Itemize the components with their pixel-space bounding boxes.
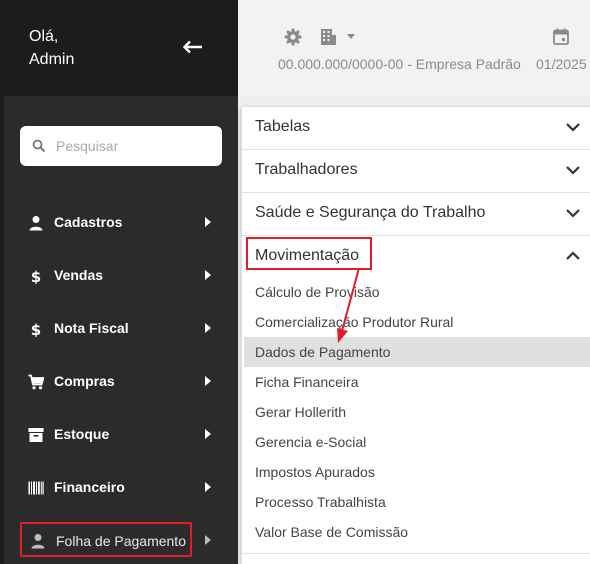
dollar-icon: $	[31, 268, 41, 284]
user-greeting: Olá, Admin	[29, 25, 74, 71]
menu-item-processo-trabalhista[interactable]: Processo Trabalhista	[244, 487, 590, 517]
sidebar-header: Olá, Admin	[0, 0, 238, 96]
sidebar-item-label: Vendas	[54, 267, 104, 283]
movimentacao-highlight-box	[246, 237, 372, 270]
menu-item-label: Gerar Hollerith	[255, 404, 347, 420]
collapse-sidebar-button[interactable]	[178, 33, 208, 61]
sidebar-item-label: Cadastros	[54, 214, 123, 230]
chevron-right-icon	[205, 429, 211, 439]
search-input[interactable]	[56, 134, 216, 158]
top-bar	[238, 0, 590, 96]
period-label[interactable]: 01/2025	[536, 56, 587, 72]
menu-item-calculo-provisao[interactable]: Cálculo de Provisão	[244, 277, 590, 307]
folha-submenu-panel: Tabelas Trabalhadores Saúde e Segurança …	[241, 106, 590, 564]
menu-item-label: Gerencia e-Social	[255, 434, 367, 450]
building-icon[interactable]	[320, 28, 336, 46]
chevron-right-icon	[205, 323, 211, 333]
company-selector-label[interactable]: 00.000.000/0000-00 - Empresa Padrão	[278, 56, 521, 72]
chevron-right-icon	[205, 217, 211, 227]
chevron-up-icon	[566, 251, 580, 260]
sidebar: Olá, Admin Cadastros $ Vendas	[0, 0, 238, 564]
sidebar-item-folha-de-pagamento[interactable]: Folha de Pagamento	[20, 522, 192, 557]
sidebar-item-vendas[interactable]: $ Vendas	[20, 260, 226, 292]
greeting-line-1: Olá,	[29, 28, 59, 45]
menu-item-valor-base-comissao[interactable]: Valor Base de Comissão	[244, 517, 590, 547]
menu-item-label: Valor Base de Comissão	[255, 524, 409, 540]
section-label: Tabelas	[255, 118, 311, 135]
sidebar-item-cadastros[interactable]: Cadastros	[20, 207, 226, 239]
svg-text:$: $	[31, 268, 41, 284]
menu-item-comercializacao-produtor-rural[interactable]: Comercialização Produtor Rural	[244, 307, 590, 337]
menu-item-gerar-hollerith[interactable]: Gerar Hollerith	[244, 397, 590, 427]
chevron-down-icon	[566, 209, 580, 218]
sidebar-item-label: Estoque	[54, 426, 110, 442]
sidebar-item-label: Folha de Pagamento	[56, 533, 186, 549]
menu-item-gerencia-esocial[interactable]: Gerencia e-Social	[244, 427, 590, 457]
arrow-left-icon	[182, 40, 202, 54]
menu-item-impostos-apurados[interactable]: Impostos Apurados	[244, 457, 590, 487]
section-trabalhadores[interactable]: Trabalhadores	[242, 150, 590, 193]
sidebar-item-label: Financeiro	[54, 479, 125, 495]
sidebar-item-financeiro[interactable]: Financeiro	[20, 472, 226, 504]
greeting-user-name: Admin	[29, 51, 75, 68]
sidebar-item-label: Compras	[54, 373, 115, 389]
menu-item-label: Ficha Financeira	[255, 374, 359, 390]
dollar-icon: $	[31, 321, 41, 337]
sidebar-edge	[0, 96, 4, 564]
gear-icon[interactable]	[284, 28, 302, 46]
cart-icon	[28, 374, 44, 390]
search-icon	[32, 139, 46, 153]
menu-item-label: Processo Trabalhista	[255, 494, 386, 510]
company-dropdown-caret-icon[interactable]	[347, 34, 355, 39]
menu-item-label: Comercialização Produtor Rural	[255, 314, 454, 330]
archive-icon	[28, 428, 44, 442]
chevron-right-icon	[205, 535, 211, 545]
sidebar-item-estoque[interactable]: Estoque	[20, 419, 226, 451]
menu-item-dados-de-pagamento[interactable]: Dados de Pagamento	[244, 337, 590, 367]
person-icon	[31, 534, 45, 549]
menu-item-label: Dados de Pagamento	[255, 344, 391, 360]
chevron-right-icon	[205, 270, 211, 280]
chevron-right-icon	[205, 376, 211, 386]
menu-item-label: Impostos Apurados	[255, 464, 375, 480]
barcode-icon	[28, 481, 44, 495]
sidebar-item-nota-fiscal[interactable]: $ Nota Fiscal	[20, 313, 226, 345]
sidebar-item-label: Nota Fiscal	[54, 320, 129, 336]
menu-item-ficha-financeira[interactable]: Ficha Financeira	[244, 367, 590, 397]
sidebar-item-compras[interactable]: Compras	[20, 366, 226, 398]
section-saude-seguranca[interactable]: Saúde e Segurança do Trabalho	[242, 193, 590, 236]
chevron-right-icon	[205, 482, 211, 492]
chevron-down-icon	[566, 166, 580, 175]
section-tabelas[interactable]: Tabelas	[242, 107, 590, 150]
section-label: Saúde e Segurança do Trabalho	[255, 204, 486, 221]
panel-divider	[242, 553, 590, 554]
section-label: Trabalhadores	[255, 161, 358, 178]
menu-item-label: Cálculo de Provisão	[255, 284, 380, 300]
person-icon	[29, 216, 43, 231]
svg-text:$: $	[31, 321, 41, 337]
calendar-icon[interactable]	[553, 28, 569, 45]
chevron-down-icon	[566, 123, 580, 132]
search-box[interactable]	[20, 126, 222, 166]
